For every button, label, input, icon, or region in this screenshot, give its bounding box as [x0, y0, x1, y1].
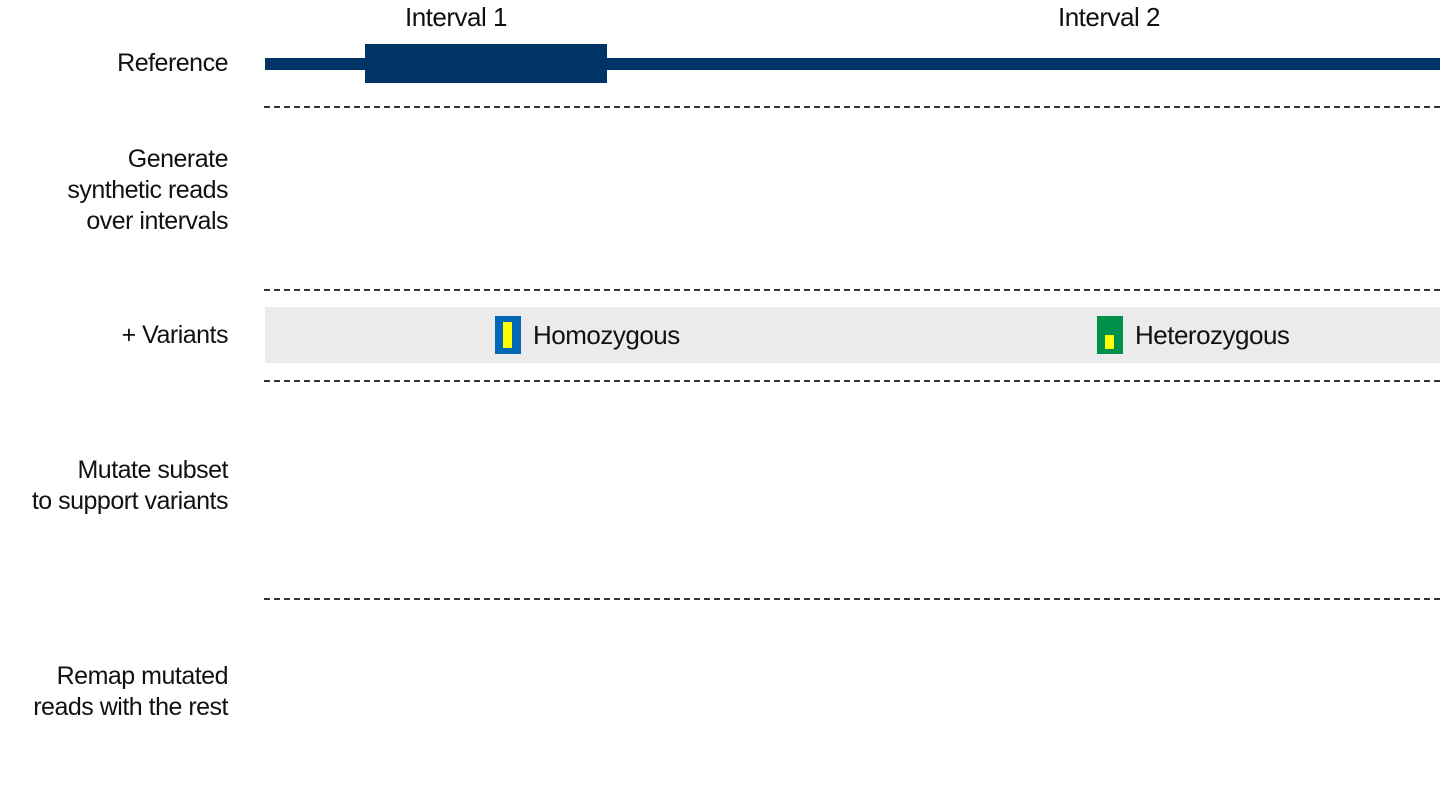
reference-interval-1 — [365, 44, 607, 83]
diagram-canvas — [265, 44, 1440, 83]
